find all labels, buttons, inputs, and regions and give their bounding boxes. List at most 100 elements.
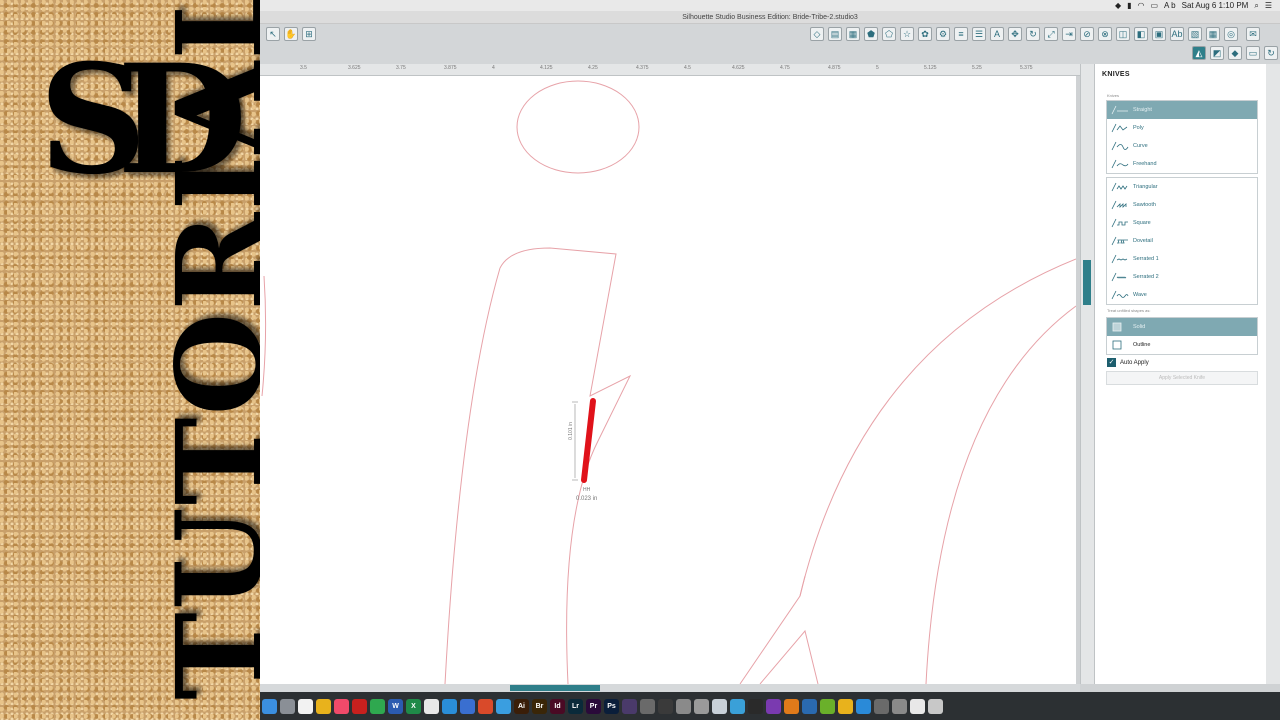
notifications-icon[interactable]: ☰ <box>1265 1 1272 10</box>
knife-option-freehand[interactable]: Freehand <box>1107 155 1257 173</box>
acrobat-icon[interactable] <box>352 698 367 714</box>
screen-icon[interactable]: ▭ <box>1246 46 1260 60</box>
excel-icon[interactable]: X <box>406 698 421 714</box>
gradient-icon[interactable]: ⚙ <box>936 27 950 41</box>
lightroom-icon[interactable]: Lr <box>568 698 583 714</box>
horizontal-scrollbar[interactable] <box>260 684 1080 692</box>
design-settings-icon[interactable]: ◎ <box>1224 27 1238 41</box>
pattern-option-serrated-1[interactable]: Serrated 1 <box>1107 250 1257 268</box>
app11-icon[interactable] <box>856 698 871 714</box>
premiere-icon[interactable]: Pr <box>586 698 601 714</box>
eraser-panel-icon[interactable]: ◆ <box>1228 46 1242 60</box>
line-color-icon[interactable]: ≡ <box>954 27 968 41</box>
app6-icon[interactable] <box>730 698 745 714</box>
wifi-icon[interactable]: ◠ <box>1138 1 1145 10</box>
app7-icon[interactable] <box>748 698 763 714</box>
knife-option-curve[interactable]: Curve <box>1107 137 1257 155</box>
chrome-icon[interactable] <box>316 698 331 714</box>
apply-selected-knife-button[interactable]: Apply Selected Knife <box>1106 371 1258 385</box>
pattern-option-square[interactable]: Square <box>1107 214 1257 232</box>
app8-icon[interactable] <box>766 698 781 714</box>
photoshop-icon[interactable]: Ps <box>604 698 619 714</box>
spotlight-icon[interactable]: ⌕ <box>1254 1 1258 11</box>
indesign-icon[interactable]: Id <box>550 698 565 714</box>
grid-tool-icon[interactable]: ⊞ <box>302 27 316 41</box>
fill-color-icon[interactable]: ⬟ <box>864 27 878 41</box>
menubar-clock[interactable]: Sat Aug 6 1:10 PM <box>1182 1 1249 10</box>
chrome2-icon[interactable] <box>838 698 853 714</box>
folder-icon[interactable] <box>712 698 727 714</box>
treat-option-outline[interactable]: Outline <box>1107 336 1257 354</box>
pattern-option-dovetail[interactable]: Dovetail <box>1107 232 1257 250</box>
pattern-option-triangular[interactable]: Triangular <box>1107 178 1257 196</box>
select-tool-icon[interactable]: ↖ <box>266 27 280 41</box>
eraser-tool-icon[interactable]: ◇ <box>810 27 824 41</box>
app12-icon[interactable] <box>874 698 889 714</box>
line-style-icon[interactable]: ☰ <box>972 27 986 41</box>
auto-apply-checkbox[interactable]: ✓ Auto Apply <box>1107 358 1149 367</box>
grid-view-icon[interactable]: ▦ <box>846 27 860 41</box>
replicate-icon[interactable]: ⊘ <box>1080 27 1094 41</box>
trash-icon[interactable] <box>928 698 943 714</box>
knife-panel-icon[interactable]: ◭ <box>1192 46 1206 60</box>
knife-option-poly[interactable]: Poly <box>1107 119 1257 137</box>
pattern-option-sawtooth[interactable]: Sawtooth <box>1107 196 1257 214</box>
transform-icon[interactable]: ✥ <box>1008 27 1022 41</box>
illustrator-icon[interactable]: Ai <box>514 698 529 714</box>
firefox-icon[interactable] <box>784 698 799 714</box>
star-icon[interactable]: ☆ <box>900 27 914 41</box>
text-style-icon[interactable]: A <box>990 27 1004 41</box>
safari-icon[interactable] <box>442 698 457 714</box>
app10-icon[interactable] <box>820 698 835 714</box>
trace-icon[interactable]: ◧ <box>1134 27 1148 41</box>
vertical-scroll-thumb[interactable] <box>1083 260 1091 305</box>
pan-tool-icon[interactable]: ✋ <box>284 27 298 41</box>
word-icon[interactable]: W <box>388 698 403 714</box>
photos-icon[interactable] <box>424 698 439 714</box>
finder-icon[interactable] <box>262 698 277 714</box>
dropbox-icon[interactable]: ◆ <box>1115 1 1121 10</box>
modify-icon[interactable]: ⊗ <box>1098 27 1112 41</box>
treat-option-solid[interactable]: Solid <box>1107 318 1257 336</box>
checkmark-icon[interactable]: ✓ <box>1107 358 1116 367</box>
knife-option-straight[interactable]: Straight <box>1107 101 1257 119</box>
move-icon[interactable]: ⇥ <box>1062 27 1076 41</box>
launchpad-icon[interactable] <box>280 698 295 714</box>
pattern-option-wave[interactable]: Wave <box>1107 286 1257 304</box>
design-canvas[interactable]: 0.101 in HH 0.023 in <box>260 76 1076 684</box>
app13-icon[interactable] <box>892 698 907 714</box>
evernote-icon[interactable] <box>370 698 385 714</box>
font-icon[interactable]: Ab <box>1170 27 1184 41</box>
fill-pattern-icon[interactable]: ✿ <box>918 27 932 41</box>
app3-icon[interactable] <box>640 698 655 714</box>
horizontal-scroll-thumb[interactable] <box>510 685 600 691</box>
browser-icon[interactable] <box>460 698 475 714</box>
page-setup-icon[interactable]: ▣ <box>1152 27 1166 41</box>
scale-icon[interactable]: ⤢ <box>1044 27 1058 41</box>
bookmark-icon[interactable]: ▮ <box>1127 1 1131 10</box>
keyboard-input-label[interactable]: A b <box>1164 1 1176 10</box>
layers-icon[interactable]: ▧ <box>1188 27 1202 41</box>
safari2-icon[interactable] <box>496 698 511 714</box>
refresh-icon[interactable]: ↻ <box>1264 46 1278 60</box>
sketch-icon[interactable]: ◩ <box>1210 46 1224 60</box>
app5-icon[interactable] <box>676 698 691 714</box>
design-drawing[interactable] <box>260 76 1076 684</box>
preferences-icon[interactable] <box>694 698 709 714</box>
document-icon[interactable] <box>910 698 925 714</box>
send-icon[interactable]: ✉ <box>1246 27 1260 41</box>
app4-icon[interactable] <box>658 698 673 714</box>
page-tool-icon[interactable]: ▤ <box>828 27 842 41</box>
offset-icon[interactable]: ◫ <box>1116 27 1130 41</box>
app2-icon[interactable] <box>622 698 637 714</box>
calendar-icon[interactable] <box>298 698 313 714</box>
app-icon[interactable] <box>478 698 493 714</box>
pattern-option-serrated-2[interactable]: Serrated 2 <box>1107 268 1257 286</box>
music-icon[interactable] <box>334 698 349 714</box>
rotate-icon[interactable]: ↻ <box>1026 27 1040 41</box>
library-icon[interactable]: ▦ <box>1206 27 1220 41</box>
app9-icon[interactable] <box>802 698 817 714</box>
battery-icon[interactable]: ▭ <box>1150 1 1158 10</box>
bridge-icon[interactable]: Br <box>532 698 547 714</box>
shape-icon[interactable]: ⬠ <box>882 27 896 41</box>
